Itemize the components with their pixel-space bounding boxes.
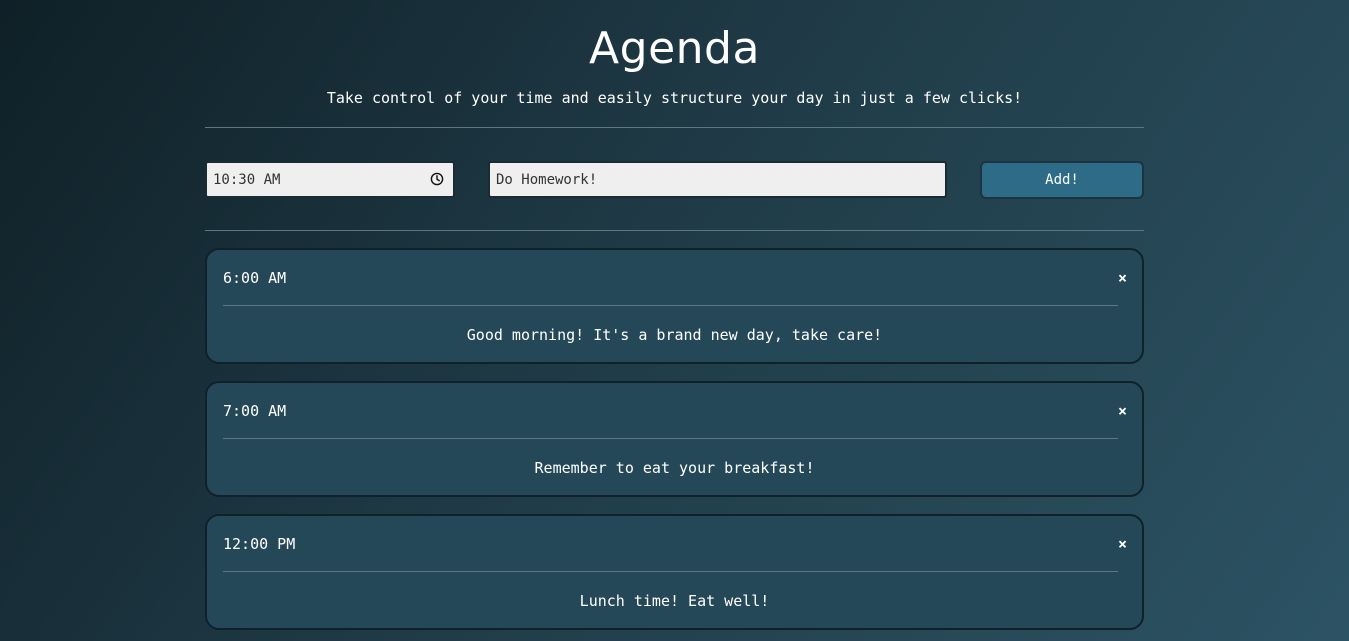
time-input-value: 10:30 AM (213, 171, 281, 188)
agenda-item: 7:00 AM × Remember to eat your breakfast… (205, 381, 1144, 497)
agenda-item-time: 12:00 PM (223, 535, 296, 553)
page-title: Agenda (589, 23, 760, 74)
task-input-value: Do Homework! (496, 171, 598, 188)
add-button[interactable]: Add! (980, 161, 1144, 199)
add-task-form: 10:30 AM Do Homework! Add! (205, 128, 1144, 230)
agenda-app: Agenda Take control of your time and eas… (205, 0, 1144, 641)
agenda-item: 12:00 PM × Lunch time! Eat well! (205, 514, 1144, 630)
agenda-item-text: Remember to eat your breakfast! (534, 459, 815, 477)
task-input[interactable]: Do Homework! (488, 161, 947, 198)
agenda-item-divider (223, 438, 1118, 439)
agenda-item-time: 7:00 AM (223, 402, 287, 420)
agenda-item-text: Lunch time! Eat well! (579, 592, 770, 610)
page-subtitle: Take control of your time and easily str… (326, 89, 1023, 107)
time-input[interactable]: 10:30 AM (205, 161, 455, 198)
agenda-list: 6:00 AM × Good morning! It's a brand new… (205, 248, 1144, 630)
agenda-item-divider (223, 305, 1118, 306)
agenda-item: 6:00 AM × Good morning! It's a brand new… (205, 248, 1144, 364)
agenda-item-divider (223, 571, 1118, 572)
close-icon[interactable]: × (1118, 534, 1127, 554)
agenda-item-time: 6:00 AM (223, 269, 287, 287)
close-icon[interactable]: × (1118, 268, 1127, 288)
close-icon[interactable]: × (1118, 401, 1127, 421)
clock-icon[interactable] (430, 172, 444, 186)
agenda-item-text: Good morning! It's a brand new day, take… (466, 326, 883, 344)
form-divider (205, 230, 1144, 231)
